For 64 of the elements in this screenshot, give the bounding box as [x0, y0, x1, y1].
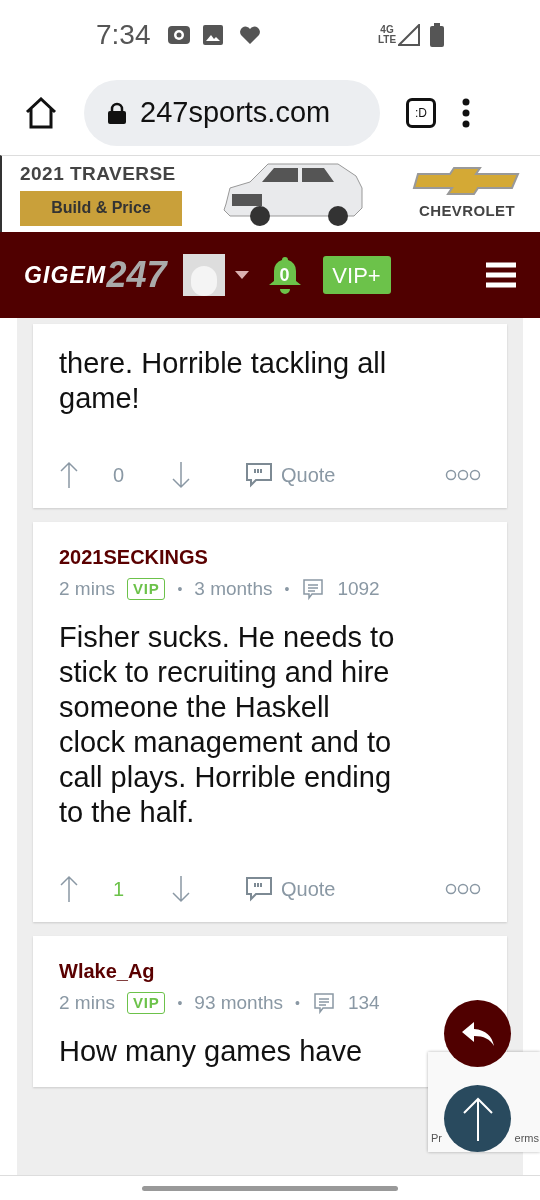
message-icon — [311, 991, 336, 1015]
tab-count-button[interactable]: :D — [406, 97, 436, 128]
terms-link[interactable]: erms — [514, 1129, 539, 1146]
status-time: 7:34 — [96, 18, 151, 52]
battery-icon — [430, 23, 444, 47]
network-label: 4G LTE — [376, 25, 398, 45]
notification-count: 0 — [279, 263, 290, 287]
post-time: 2 mins — [59, 991, 115, 1015]
vote-count: 0 — [113, 463, 126, 488]
brand-name: CHEVROLET — [419, 200, 515, 221]
post-text: clock management and to — [59, 725, 393, 760]
vip-badge: VIP — [126, 578, 166, 600]
downvote-arrow-icon[interactable] — [171, 875, 191, 903]
home-icon[interactable] — [24, 96, 58, 129]
image-icon — [202, 25, 223, 45]
separator-dot: • — [177, 994, 183, 1013]
post-text: call plays. Horrible ending — [59, 760, 393, 795]
lock-icon — [108, 101, 126, 124]
message-icon — [301, 577, 326, 601]
address-bar[interactable]: 247sports.com — [84, 79, 380, 146]
member-tenure: 3 months — [194, 577, 273, 601]
author-name[interactable]: Wlake_Ag — [59, 958, 481, 984]
post-count: 1092 — [337, 577, 380, 601]
avatar[interactable] — [182, 254, 225, 296]
post-time: 2 mins — [59, 577, 115, 601]
build-price-button[interactable]: Build & Price — [20, 190, 182, 226]
downvote-arrow-icon[interactable] — [171, 461, 191, 489]
privacy-link[interactable]: Pr — [431, 1129, 442, 1146]
caret-icon[interactable] — [234, 271, 249, 279]
site-logo-number[interactable]: 247 — [106, 257, 167, 293]
post-text: game! — [59, 381, 141, 416]
radio-icon — [166, 25, 191, 45]
upvote-arrow-icon[interactable] — [59, 461, 79, 489]
separator-dot: • — [284, 580, 290, 599]
author-name[interactable]: 2021SECKINGS — [59, 544, 481, 570]
ad-title: 2021 TRAVERSE — [20, 162, 177, 185]
url-text: 247sports.com — [140, 94, 331, 130]
menu-icon[interactable] — [486, 262, 516, 288]
separator-dot: • — [295, 994, 300, 1013]
ad-banner[interactable]: 2021 TRAVERSE Build & Price CHEVROLET — [0, 155, 540, 232]
up-arrow-icon — [461, 1096, 494, 1141]
separator-dot: • — [177, 580, 183, 599]
signal-icon — [398, 24, 420, 46]
more-options-icon[interactable] — [445, 469, 481, 481]
heart-icon — [238, 25, 261, 45]
home-indicator[interactable] — [142, 1185, 398, 1191]
bowtie-logo-icon — [412, 165, 522, 196]
post-text: someone the Haskell — [59, 690, 331, 725]
site-logo[interactable]: GIGEM — [24, 257, 107, 293]
post-text: to the half. — [59, 795, 196, 830]
quote-icon — [245, 876, 273, 902]
vip-badge: VIP — [126, 992, 166, 1014]
vote-count: 1 — [113, 877, 126, 902]
post-text: stick to recruiting and hire — [59, 655, 391, 690]
post-text: there. Horrible tackling all — [59, 346, 388, 381]
post-text: Fisher sucks. He needs to — [59, 620, 396, 655]
member-tenure: 93 months — [194, 991, 284, 1015]
more-options-icon[interactable] — [445, 883, 481, 895]
post-count: 134 — [347, 991, 380, 1015]
reply-icon — [461, 1021, 494, 1046]
quote-icon — [245, 462, 273, 488]
menu-icon[interactable] — [462, 97, 470, 128]
post-text: How many games have — [59, 1034, 364, 1069]
upvote-arrow-icon[interactable] — [59, 875, 79, 903]
